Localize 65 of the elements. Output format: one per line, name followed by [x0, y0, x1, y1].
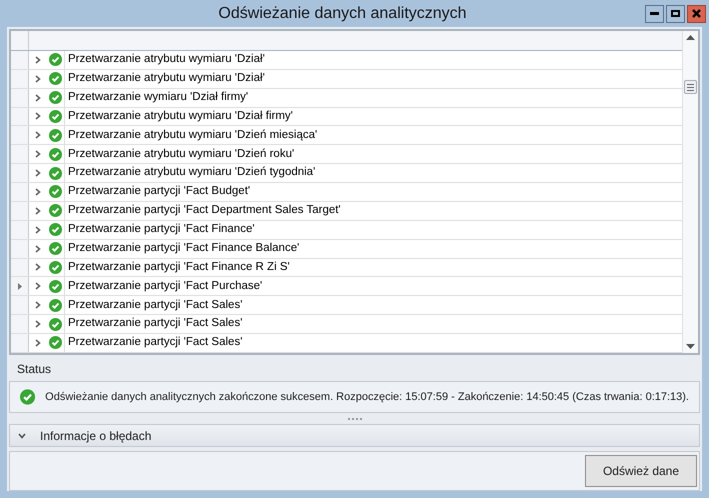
success-check-icon: [49, 204, 62, 218]
table-cell-text: Przetwarzanie partycji 'Fact Department Sales Target': [67, 203, 341, 218]
row-indicator[interactable]: [11, 277, 29, 296]
success-check-icon: [49, 280, 62, 293]
expand-chevron-icon[interactable]: [35, 338, 41, 347]
expand-chevron-icon[interactable]: [35, 320, 41, 328]
expand-chevron-icon[interactable]: [35, 301, 41, 310]
expand-chevron-icon[interactable]: [35, 169, 41, 178]
table-cell-text: Przetwarzanie partycji 'Fact Finance Balance': [67, 240, 300, 256]
expand-chevron-icon[interactable]: [35, 112, 41, 120]
table-cell-text: Przetwarzanie wymiaru 'Dział firmy': [67, 90, 248, 105]
close-icon: [692, 9, 701, 18]
expand-chevron-icon[interactable]: [35, 56, 41, 64]
table-cell-text: Przetwarzanie atrybutu wymiaru 'Dział': [67, 71, 265, 86]
scroll-down-icon[interactable]: [686, 344, 695, 349]
success-check-icon: [49, 166, 62, 180]
table-cell-text: Przetwarzanie partycji 'Fact Purchase': [67, 278, 262, 294]
expand-chevron-icon[interactable]: [35, 226, 41, 234]
maximize-button[interactable]: [666, 4, 685, 22]
error-info-expander[interactable]: Informacje o błędach: [9, 424, 700, 447]
expand-chevron-icon[interactable]: [35, 244, 41, 253]
table-cell-text: Przetwarzanie partycji 'Fact Sales': [67, 335, 242, 350]
success-check-icon: [49, 185, 62, 198]
expand-chevron-icon[interactable]: [35, 263, 41, 272]
success-check-icon: [49, 148, 62, 161]
success-check-icon: [49, 91, 62, 104]
expand-chevron-icon[interactable]: [35, 94, 41, 102]
refresh-button[interactable]: Odśwież dane: [585, 455, 697, 487]
success-check-icon: [49, 72, 62, 86]
success-check-icon: [49, 128, 62, 142]
expand-chevron-icon[interactable]: [35, 131, 41, 140]
table-cell-text: Przetwarzanie partycji 'Fact Finance': [67, 222, 255, 238]
success-check-icon: [49, 242, 62, 256]
table-cell-text: Przetwarzanie atrybutu wymiaru 'Dzień roku': [67, 146, 294, 162]
scroll-thumb[interactable]: [684, 80, 697, 94]
expand-chevron-icon[interactable]: [35, 206, 41, 215]
expand-chevron-icon[interactable]: [35, 188, 41, 196]
table-cell-text: Przetwarzanie atrybutu wymiaru 'Dział firmy': [67, 108, 293, 124]
table-cell-text: Przetwarzanie partycji 'Fact Sales': [67, 316, 242, 332]
current-row-icon: [18, 282, 22, 290]
success-check-icon: [49, 318, 62, 331]
status-label: Status: [16, 361, 52, 378]
table-cell-text: Przetwarzanie partycji 'Fact Sales': [67, 298, 242, 313]
expand-chevron-icon[interactable]: [35, 150, 41, 158]
minimize-button[interactable]: [645, 4, 664, 22]
success-check-icon: [49, 260, 62, 274]
expand-chevron-icon[interactable]: [35, 74, 41, 83]
table-cell-text: Przetwarzanie atrybutu wymiaru 'Dzień tygodnia': [67, 165, 316, 180]
success-check-icon: [49, 298, 62, 312]
success-check-icon: [49, 336, 62, 350]
success-check-icon: [49, 110, 62, 123]
expand-chevron-icon[interactable]: [35, 282, 41, 290]
success-check-icon: [49, 53, 62, 66]
scrollbar[interactable]: [682, 31, 698, 353]
close-button[interactable]: [687, 4, 706, 22]
status-message: Odświeżanie danych analitycznych zakończone sukcesem. Rozpoczęcie: 15:07:59 - Zakończenie: 14:50:45 (Czas trwania: 0:17:13).: [45, 390, 689, 405]
success-check-icon: [20, 388, 36, 406]
success-check-icon: [49, 223, 62, 236]
table-cell-text: Przetwarzanie atrybutu wymiaru 'Dzień miesiąca': [67, 128, 318, 143]
scroll-up-icon[interactable]: [686, 35, 695, 40]
chevron-icon: [18, 432, 26, 438]
table-cell-text: Przetwarzanie partycji 'Fact Budget': [67, 184, 250, 200]
table-cell-text: Przetwarzanie partycji 'Fact Finance R Zi S': [67, 260, 290, 275]
window-title: Odświeżanie danych analitycznych: [217, 4, 468, 24]
table-cell-text: Przetwarzanie atrybutu wymiaru 'Dział': [67, 52, 265, 68]
